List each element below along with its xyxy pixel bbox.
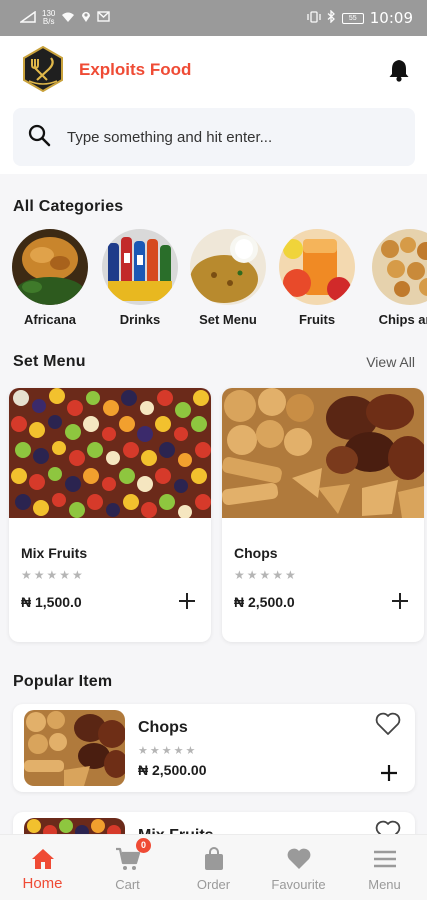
nav-label: Menu <box>368 877 401 892</box>
nav-label: Favourite <box>271 877 326 892</box>
categories-title: All Categories <box>13 198 124 215</box>
home-icon <box>30 847 56 871</box>
nav-label: Home <box>22 875 63 892</box>
favourite-heart-icon[interactable] <box>375 712 401 736</box>
category-image <box>102 229 178 305</box>
category-label: Drinks <box>119 312 161 327</box>
category-label: Chips and <box>378 312 427 327</box>
app-header: Exploits Food <box>0 36 427 174</box>
cart-icon <box>115 847 141 871</box>
category-label: Africana <box>23 312 77 327</box>
categories-list[interactable]: Africana Drinks Set Menu Fruits Chips a <box>12 229 427 329</box>
battery-icon: 55 <box>341 12 364 24</box>
food-price: ₦ 2,500.0 <box>234 594 295 610</box>
set-menu-card[interactable]: Chops ★★★★★ ₦ 2,500.0 <box>222 388 424 642</box>
add-to-cart-icon[interactable] <box>379 763 399 783</box>
nav-label: Cart <box>115 877 140 892</box>
signal-icon <box>18 10 36 26</box>
category-image <box>190 229 266 305</box>
food-name: Mix Fruits <box>21 545 88 561</box>
heart-icon <box>286 847 312 871</box>
bluetooth-icon <box>327 9 336 26</box>
category-fruits[interactable]: Fruits <box>272 229 362 327</box>
search-input[interactable] <box>67 128 387 146</box>
food-price: ₦ 2,500.00 <box>138 762 207 778</box>
category-africana[interactable]: Africana <box>12 229 95 327</box>
rating-stars: ★★★★★ <box>138 745 198 757</box>
nav-label: Order <box>196 877 231 892</box>
cart-badge: 0 <box>136 838 151 853</box>
rating-stars: ★★★★★ <box>234 568 298 582</box>
bag-icon <box>201 847 227 871</box>
category-image <box>372 229 427 305</box>
bottom-navigation: Home 0 Cart Order Favourite Menu <box>0 834 427 900</box>
view-all-link[interactable]: View All <box>366 354 415 370</box>
category-label: Set Menu <box>199 312 257 327</box>
wifi-icon <box>61 11 75 26</box>
clock: 10:09 <box>369 9 413 27</box>
nav-favourite[interactable]: Favourite <box>256 835 341 900</box>
category-set-menu[interactable]: Set Menu <box>183 229 273 327</box>
category-chips[interactable]: Chips and <box>365 229 427 327</box>
nav-order[interactable]: Order <box>171 835 256 900</box>
food-name: Chops <box>138 719 188 736</box>
popular-title: Popular Item <box>13 673 113 690</box>
add-to-cart-icon[interactable] <box>177 591 197 611</box>
bell-icon[interactable] <box>388 58 410 82</box>
menu-icon <box>372 847 398 871</box>
brand-name: Exploits Food <box>79 60 192 79</box>
set-menu-title: Set Menu <box>13 353 86 370</box>
nav-menu[interactable]: Menu <box>342 835 427 900</box>
network-speed: 130 B/s <box>42 9 56 26</box>
food-image <box>9 388 211 518</box>
vibrate-icon <box>307 10 321 26</box>
food-price: ₦ 1,500.0 <box>21 594 82 610</box>
set-menu-card[interactable]: Mix Fruits ★★★★★ ₦ 1,500.0 <box>9 388 211 642</box>
category-image <box>12 229 88 305</box>
restaurant-logo-icon[interactable] <box>22 45 64 93</box>
food-image <box>24 710 125 786</box>
food-image <box>222 388 424 518</box>
rating-stars: ★★★★★ <box>21 568 85 582</box>
mail-icon <box>97 11 111 25</box>
nav-cart[interactable]: 0 Cart <box>85 835 170 900</box>
food-name: Chops <box>234 545 278 561</box>
nav-home[interactable]: Home <box>0 835 85 900</box>
popular-item[interactable]: Chops ★★★★★ ₦ 2,500.00 <box>13 704 415 792</box>
status-bar: 130 B/s 55 10:09 <box>0 0 427 36</box>
category-image <box>279 229 355 305</box>
category-drinks[interactable]: Drinks <box>95 229 185 327</box>
location-icon <box>81 10 91 26</box>
add-to-cart-icon[interactable] <box>390 591 410 611</box>
search-bar[interactable] <box>13 108 415 166</box>
search-icon[interactable] <box>27 123 51 152</box>
category-label: Fruits <box>298 312 336 327</box>
